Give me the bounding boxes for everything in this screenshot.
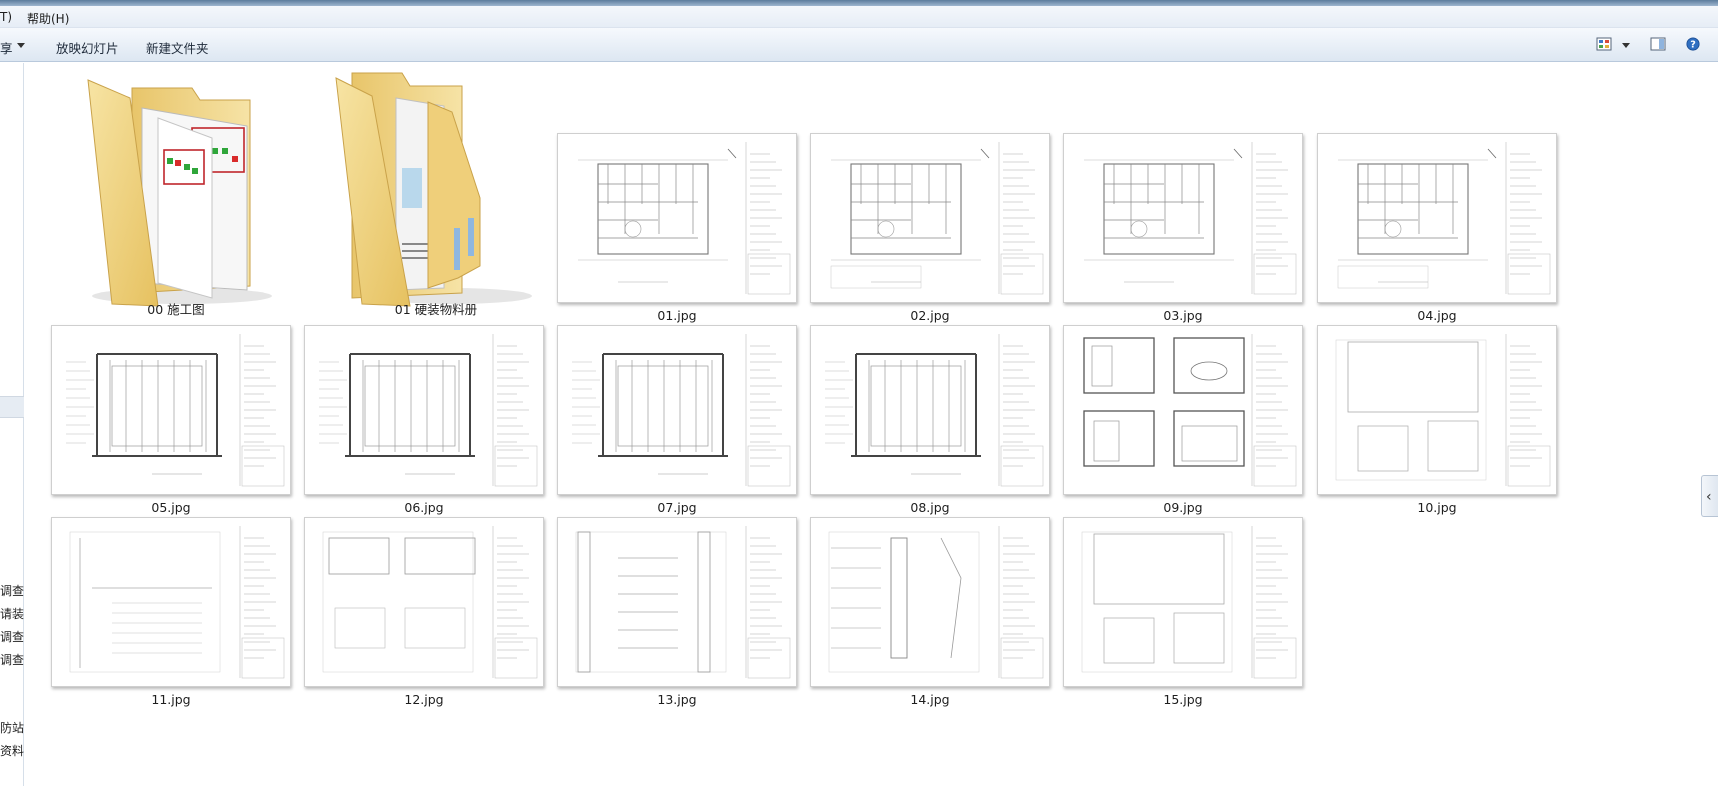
share-button[interactable]: 享 [0,38,13,57]
drawing-preview [575,526,791,679]
chevron-left-icon: ‹ [1706,489,1712,505]
file-item[interactable]: 05.jpg [47,325,295,517]
image-thumbnail [304,325,544,495]
file-name: 13.jpg [657,692,697,707]
drawing-preview [1335,334,1551,487]
drawing-preview [830,142,1044,295]
folder-with-drawings-icon [87,79,272,307]
menu-help[interactable]: 帮助(H) [27,10,69,27]
image-thumbnail [1063,325,1303,495]
change-view-icon[interactable] [1596,37,1612,51]
file-view[interactable]: 00 施工图 01 硬装物料册 01.jpg 02.jpg 03.jpg 04.jpg… [25,63,1718,786]
drawing-preview [66,334,285,487]
image-thumbnail [810,133,1050,303]
image-thumbnail [1063,517,1303,687]
new-folder-button[interactable]: 新建文件夹 [146,38,209,57]
file-name: 10.jpg [1417,500,1457,515]
navigation-item[interactable]: 调查 [0,582,24,599]
file-item[interactable]: 06.jpg [300,325,548,517]
file-name: 14.jpg [910,692,950,707]
file-item[interactable]: 11.jpg [47,517,295,709]
file-name: 02.jpg [910,308,950,323]
image-thumbnail [1317,133,1557,303]
file-name: 12.jpg [404,692,444,707]
image-thumbnail [1063,133,1303,303]
command-bar: 享 放映幻灯片 新建文件夹 ? [0,28,1718,62]
drawing-preview [1083,334,1297,487]
navigation-selected-item[interactable] [0,396,24,418]
file-item[interactable]: 08.jpg [806,325,1054,517]
drawing-preview [1337,142,1551,295]
file-item[interactable]: 13.jpg [553,517,801,709]
image-thumbnail [810,517,1050,687]
preview-pane-icon[interactable] [1650,37,1666,51]
file-name: 05.jpg [151,500,191,515]
navigation-item[interactable]: 资料 [0,742,24,759]
svg-text:?: ? [1690,40,1696,51]
image-thumbnail [810,325,1050,495]
file-name: 09.jpg [1163,500,1203,515]
file-name: 15.jpg [1163,692,1203,707]
drawing-preview [1084,142,1297,295]
drawing-preview [1081,526,1297,679]
file-item[interactable]: 10.jpg [1313,325,1561,517]
file-item[interactable]: 02.jpg [806,63,1054,323]
menu-bar: T) 帮助(H) [0,6,1718,28]
file-item[interactable]: 07.jpg [553,325,801,517]
navigation-pane[interactable]: 调查 请装 调查 调查 防站 资料 [0,63,24,786]
folder-name: 00 施工图 [147,302,205,317]
share-dropdown-icon[interactable] [17,43,25,48]
file-name: 08.jpg [910,500,950,515]
drawing-preview [319,334,538,487]
file-name: 03.jpg [1163,308,1203,323]
file-name: 01.jpg [657,308,697,323]
drawing-preview [322,526,538,679]
navigation-item[interactable]: 防站 [0,719,24,736]
view-dropdown-icon[interactable] [1622,43,1630,48]
file-item[interactable]: 01.jpg [553,63,801,323]
file-name: 06.jpg [404,500,444,515]
drawing-preview [828,526,1044,679]
folder-name: 01 硬装物料册 [394,302,478,317]
image-thumbnail [51,325,291,495]
file-name: 11.jpg [151,692,191,707]
folder-with-documents-icon [335,72,532,307]
image-thumbnail [304,517,544,687]
file-item[interactable]: 15.jpg [1059,517,1307,709]
file-item[interactable]: 04.jpg [1313,63,1561,323]
menu-tools[interactable]: T) [0,10,12,24]
image-thumbnail [557,517,797,687]
drawing-preview [572,334,791,487]
slideshow-button[interactable]: 放映幻灯片 [56,38,119,57]
drawing-preview [825,334,1044,487]
file-item[interactable]: 03.jpg [1059,63,1307,323]
file-item[interactable]: 12.jpg [300,517,548,709]
pane-collapse-button[interactable]: ‹ [1701,475,1718,517]
folder-item[interactable]: 00 施工图 [52,63,300,325]
navigation-item[interactable]: 调查 [0,628,24,645]
image-thumbnail [557,133,797,303]
help-icon[interactable]: ? [1685,37,1701,51]
file-name: 07.jpg [657,500,697,515]
image-thumbnail [1317,325,1557,495]
file-item[interactable]: 14.jpg [806,517,1054,709]
drawing-preview [578,142,791,295]
image-thumbnail [51,517,291,687]
file-item[interactable]: 09.jpg [1059,325,1307,517]
navigation-item[interactable]: 请装 [0,605,24,622]
navigation-item[interactable]: 调查 [0,651,24,668]
file-name: 04.jpg [1417,308,1457,323]
folder-item[interactable]: 01 硬装物料册 [312,63,560,325]
drawing-preview [69,526,285,679]
image-thumbnail [557,325,797,495]
